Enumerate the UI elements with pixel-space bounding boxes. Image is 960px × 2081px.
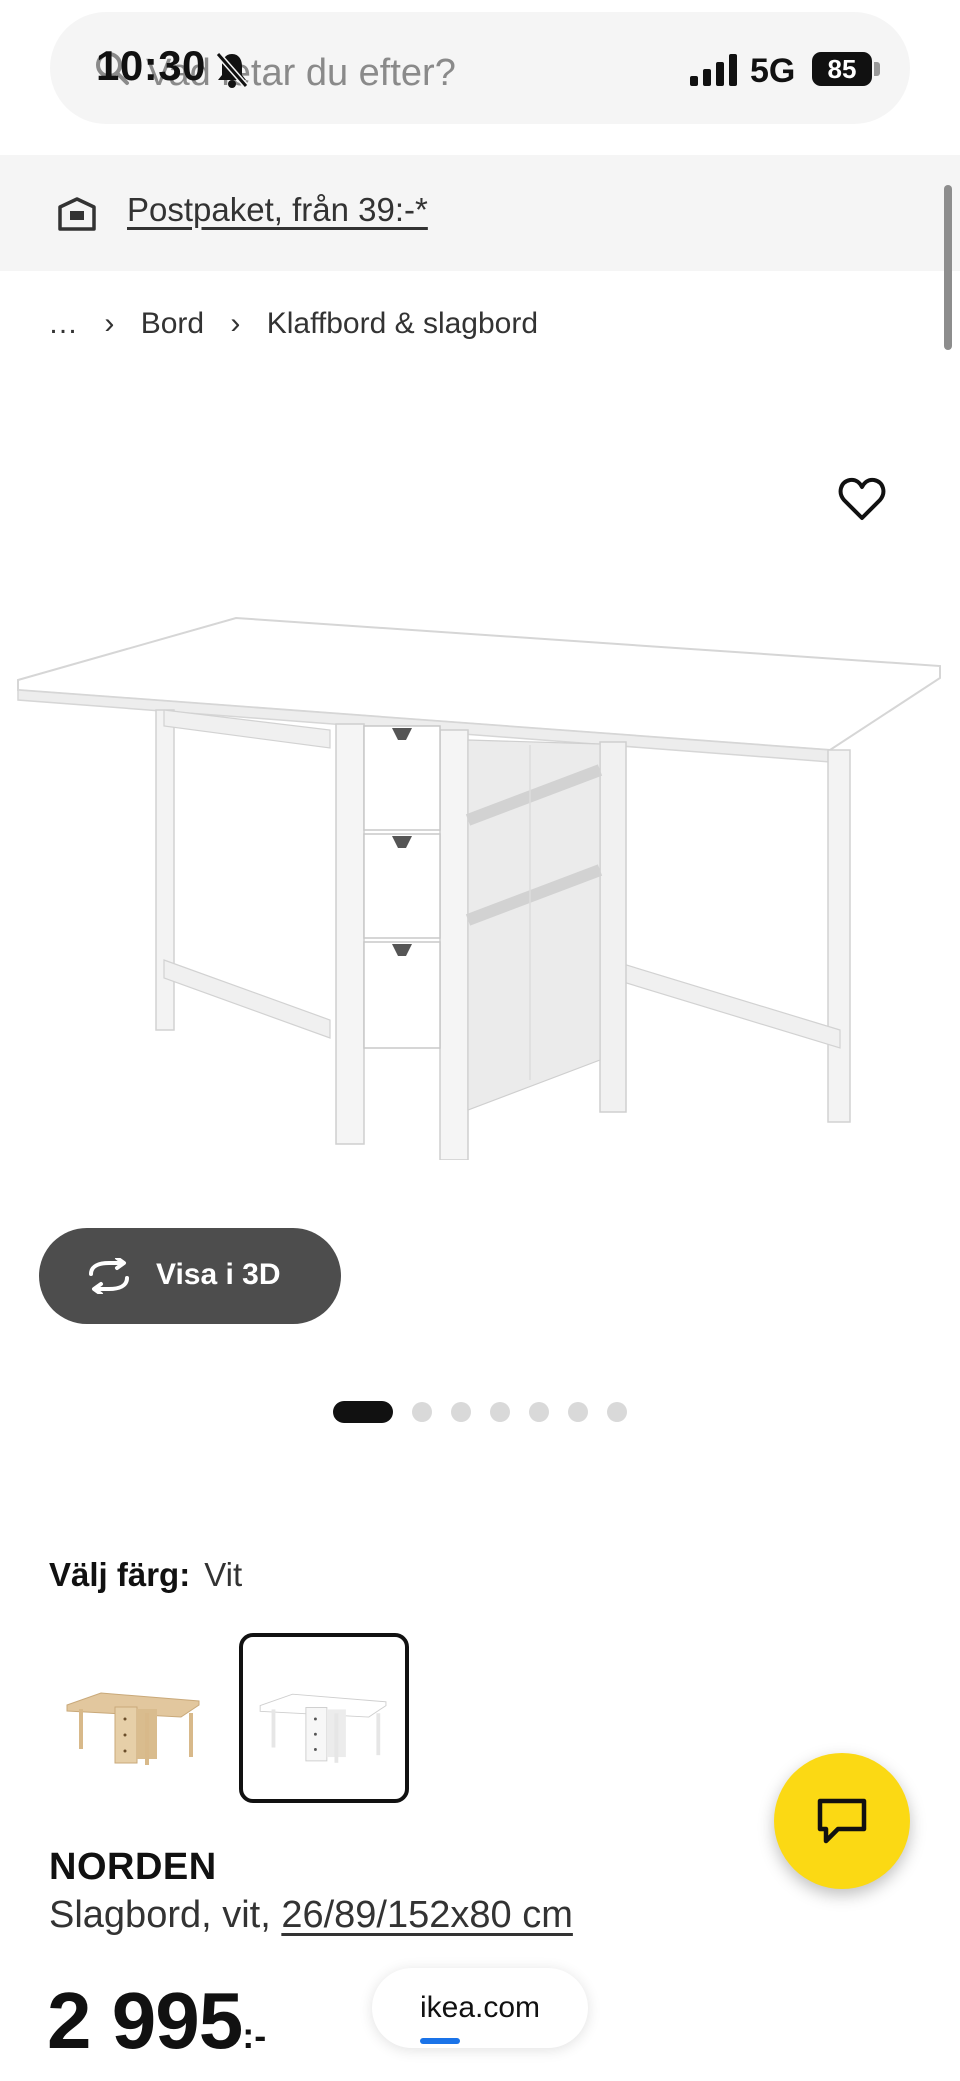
carousel-dot[interactable] [607, 1402, 627, 1422]
carousel-dot-active[interactable] [333, 1401, 393, 1423]
product-page: Vad letar du efter? 10:30 5G 85 Postpake… [0, 0, 960, 2081]
heart-icon[interactable] [838, 476, 886, 522]
browser-url-bar[interactable]: ikea.com [372, 1968, 588, 2048]
view-in-3d-button[interactable]: Visa i 3D [39, 1228, 341, 1324]
chevron-right-icon: › [104, 307, 115, 341]
product-description: Slagbord, vit, 26/89/152x80 cm [49, 1894, 573, 1937]
product-type: Slagbord, vit, [49, 1894, 282, 1936]
shipping-banner: Postpaket, från 39:-* [0, 155, 960, 271]
breadcrumb-item-klaffbord[interactable]: Klaffbord & slagbord [267, 307, 538, 341]
carousel-dot[interactable] [451, 1402, 471, 1422]
shipping-info-link[interactable]: Postpaket, från 39:-* [127, 191, 428, 229]
carousel-dot[interactable] [529, 1402, 549, 1422]
carousel-dot[interactable] [490, 1402, 510, 1422]
product-dimensions-link[interactable]: 26/89/152x80 cm [281, 1894, 573, 1936]
selected-color: Vit [204, 1556, 243, 1593]
natural-table-thumbnail [66, 1692, 200, 1765]
bell-muted-icon [215, 52, 249, 88]
product-price: 2 995:- [47, 1975, 266, 2067]
color-label: Välj färg: [49, 1556, 191, 1593]
color-swatch-natural[interactable] [49, 1633, 219, 1803]
cellular-signal-icon [690, 54, 737, 86]
price-currency-suffix: :- [242, 2015, 267, 2056]
breadcrumb-ellipsis[interactable]: … [48, 307, 78, 341]
product-name: NORDEN [49, 1846, 217, 1888]
status-time: 10:30 [96, 42, 206, 89]
color-selection: Välj färg: Vit [49, 1556, 242, 1594]
carousel-dot[interactable] [568, 1402, 588, 1422]
chat-bubble-icon [817, 1798, 867, 1844]
page-load-progress [420, 2038, 460, 2044]
price-amount: 2 995 [47, 1976, 243, 2065]
page-scrollbar[interactable] [944, 185, 952, 350]
white-table-thumbnail [259, 1693, 387, 1763]
rotate-3d-icon [89, 1258, 129, 1294]
chat-button[interactable] [774, 1753, 910, 1889]
breadcrumb-item-bord[interactable]: Bord [141, 307, 204, 341]
carousel-dot[interactable] [412, 1402, 432, 1422]
breadcrumb: … › Bord › Klaffbord & slagbord [48, 306, 538, 341]
product-image[interactable] [10, 600, 950, 1160]
view-in-3d-label: Visa i 3D [156, 1258, 281, 1291]
chevron-right-icon: › [230, 307, 241, 341]
parcel-box-icon [58, 197, 96, 231]
network-type: 5G [750, 52, 796, 90]
battery-cap [874, 62, 880, 76]
battery-indicator: 85 [812, 52, 872, 86]
color-swatch-white-selected[interactable] [239, 1633, 409, 1803]
